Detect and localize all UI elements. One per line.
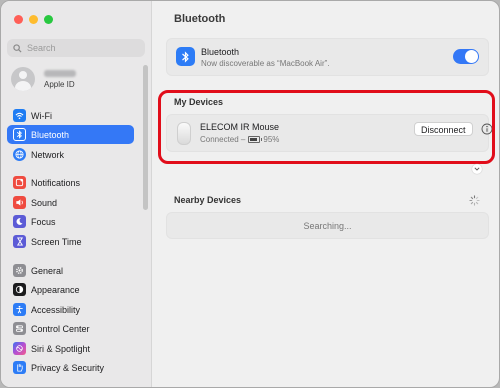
sidebar-item-network[interactable]: Network bbox=[7, 145, 134, 164]
close-window-button[interactable] bbox=[14, 15, 23, 24]
sidebar-item-control-center[interactable]: Control Center bbox=[7, 319, 134, 338]
accessibility-icon bbox=[13, 303, 26, 316]
sidebar-scrollbar[interactable] bbox=[143, 65, 148, 210]
search-icon bbox=[13, 43, 22, 53]
sidebar-item-focus[interactable]: Focus bbox=[7, 212, 134, 231]
appearance-icon bbox=[13, 283, 26, 296]
page-title: Bluetooth bbox=[174, 13, 226, 25]
sidebar-item-label: General bbox=[31, 265, 64, 276]
minimize-window-button[interactable] bbox=[29, 15, 38, 24]
sidebar-item-label: Focus bbox=[31, 216, 56, 227]
avatar bbox=[11, 67, 35, 91]
zoom-window-button[interactable] bbox=[44, 15, 53, 24]
globe-icon bbox=[13, 148, 26, 161]
bluetooth-settings-card: Bluetooth Now discoverable as “MacBook A… bbox=[166, 38, 489, 76]
sidebar-item-screen-time[interactable]: Screen Time bbox=[7, 232, 134, 251]
control-center-icon bbox=[13, 322, 26, 335]
sidebar-item-siri-spotlight[interactable]: Siri & Spotlight bbox=[7, 339, 134, 358]
siri-icon bbox=[13, 342, 26, 355]
bell-icon bbox=[13, 176, 26, 189]
chevron-down-icon[interactable] bbox=[472, 164, 482, 174]
bluetooth-icon bbox=[13, 128, 26, 141]
apple-id-account[interactable]: Apple ID bbox=[11, 67, 76, 91]
moon-icon bbox=[13, 215, 26, 228]
sidebar-item-label: Notifications bbox=[31, 177, 81, 188]
loading-spinner-icon bbox=[469, 195, 480, 208]
sidebar-item-notifications[interactable]: Notifications bbox=[7, 173, 134, 192]
sidebar-item-label: Accessibility bbox=[31, 304, 81, 315]
account-subtitle: Apple ID bbox=[44, 79, 75, 89]
sidebar-item-appearance[interactable]: Appearance bbox=[7, 280, 134, 299]
nearby-devices-heading: Nearby Devices bbox=[174, 195, 242, 205]
settings-window: Search Apple ID Wi-Fi Bluetooth Network … bbox=[0, 0, 500, 388]
sidebar-item-label: Appearance bbox=[31, 284, 80, 295]
sidebar-item-label: Bluetooth bbox=[31, 129, 70, 140]
nearby-devices-list: Searching... bbox=[166, 212, 489, 239]
sidebar-item-label: Screen Time bbox=[31, 236, 82, 247]
sidebar-item-label: Sound bbox=[31, 197, 58, 208]
hourglass-icon bbox=[13, 235, 26, 248]
sidebar-item-label: Control Center bbox=[31, 323, 90, 334]
bluetooth-status: Now discoverable as “MacBook Air”. bbox=[201, 59, 330, 68]
sidebar-item-label: Wi-Fi bbox=[31, 110, 52, 121]
sidebar-item-sound[interactable]: Sound bbox=[7, 193, 134, 212]
annotation-highlight-box bbox=[158, 90, 495, 164]
bluetooth-toggle[interactable] bbox=[453, 49, 479, 64]
sidebar-item-label: Privacy & Security bbox=[31, 362, 105, 373]
sidebar-item-wifi[interactable]: Wi-Fi bbox=[7, 106, 134, 125]
search-placeholder: Search bbox=[27, 43, 56, 53]
wifi-icon bbox=[13, 109, 26, 122]
account-name-redacted bbox=[44, 69, 76, 77]
hand-icon bbox=[13, 361, 26, 374]
sidebar-item-accessibility[interactable]: Accessibility bbox=[7, 300, 134, 319]
gear-icon bbox=[13, 264, 26, 277]
search-input[interactable]: Search bbox=[7, 39, 145, 57]
speaker-icon bbox=[13, 196, 26, 209]
sidebar-item-general[interactable]: General bbox=[7, 261, 134, 280]
sidebar-item-label: Network bbox=[31, 149, 65, 160]
main-panel: Bluetooth Bluetooth Now discoverable as … bbox=[152, 1, 499, 387]
bluetooth-label: Bluetooth bbox=[201, 47, 240, 57]
sidebar-item-bluetooth[interactable]: Bluetooth bbox=[7, 125, 134, 144]
bluetooth-icon bbox=[176, 47, 195, 66]
searching-status: Searching... bbox=[303, 220, 352, 231]
sidebar-item-privacy-security[interactable]: Privacy & Security bbox=[7, 358, 134, 377]
sidebar-item-label: Siri & Spotlight bbox=[31, 343, 91, 354]
sidebar: Search Apple ID Wi-Fi Bluetooth Network … bbox=[1, 1, 152, 387]
